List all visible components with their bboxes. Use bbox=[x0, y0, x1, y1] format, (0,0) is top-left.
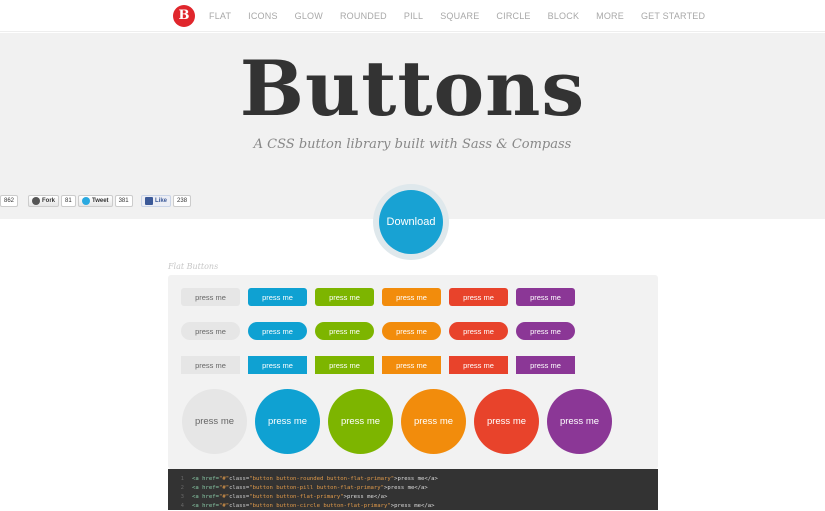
code-attr: class= bbox=[229, 494, 250, 500]
buttons-logo[interactable]: B bbox=[173, 5, 195, 27]
code-string: "#" bbox=[218, 485, 230, 491]
github-fork-widget: Fork 81 bbox=[28, 194, 76, 208]
rounded-caution-button[interactable]: press me bbox=[449, 288, 508, 306]
code-attr: class= bbox=[229, 485, 250, 491]
nav-item-block[interactable]: BLOCK bbox=[548, 11, 580, 21]
nav-item-get-started[interactable]: GET STARTED bbox=[641, 11, 705, 21]
code-line: 2 <a href= "#" class= "button button-pill … bbox=[168, 484, 658, 493]
square-caution-button[interactable]: press me bbox=[449, 356, 508, 374]
rounded-royal-button[interactable]: press me bbox=[516, 288, 575, 306]
nav-item-square[interactable]: SQUARE bbox=[440, 11, 479, 21]
line-number: 3 bbox=[180, 494, 184, 500]
facebook-icon bbox=[145, 197, 153, 205]
code-attr: class= bbox=[229, 476, 250, 482]
code-line: 3 <a href= "#" class= "button button-flat-… bbox=[168, 493, 658, 502]
hero-subtitle: A CSS button library built with Sass & C… bbox=[253, 137, 572, 152]
nav-item-flat[interactable]: FLAT bbox=[209, 11, 231, 21]
first-count: 862 bbox=[0, 195, 19, 207]
like-button[interactable]: Like bbox=[141, 195, 172, 207]
nav-item-more[interactable]: MORE bbox=[596, 11, 624, 21]
code-string: "button button-pill button-flat-primary" bbox=[249, 485, 384, 491]
code-line: 1 <a href= "#" class= "button button-round… bbox=[168, 475, 658, 484]
code-string: "button button-flat-primary" bbox=[249, 494, 344, 500]
circle-action-button[interactable]: press me bbox=[328, 389, 393, 454]
section-title-flat-buttons: Flat Buttons bbox=[168, 262, 219, 271]
hero-title: Buttons bbox=[239, 44, 586, 133]
pill-primary-button[interactable]: press me bbox=[248, 322, 307, 340]
code-snippet: 1 <a href= "#" class= "button button-round… bbox=[168, 469, 658, 510]
square-action-button[interactable]: press me bbox=[315, 356, 374, 374]
github-fork-button[interactable]: Fork bbox=[28, 195, 60, 207]
rounded-action-button[interactable]: press me bbox=[315, 288, 374, 306]
code-tag: <a href= bbox=[192, 476, 219, 482]
tweet-button[interactable]: Tweet bbox=[78, 195, 113, 207]
rounded-primary-button[interactable]: press me bbox=[248, 288, 307, 306]
nav-item-pill[interactable]: PILL bbox=[404, 11, 423, 21]
code-string: "#" bbox=[218, 494, 230, 500]
square-default-button[interactable]: press me bbox=[181, 356, 240, 374]
line-number: 1 bbox=[180, 476, 184, 482]
tweet-count: 381 bbox=[114, 195, 133, 207]
circle-royal-button[interactable]: press me bbox=[547, 389, 612, 454]
social-count-first: 862 bbox=[0, 194, 19, 208]
twitter-icon bbox=[82, 197, 90, 205]
top-nav: B FLAT ICONS GLOW ROUNDED PILL SQUARE CI… bbox=[0, 0, 825, 32]
tweet-widget: Tweet 381 bbox=[78, 194, 133, 208]
pill-default-button[interactable]: press me bbox=[181, 322, 240, 340]
like-count: 238 bbox=[173, 195, 192, 207]
rounded-highlight-button[interactable]: press me bbox=[382, 288, 441, 306]
github-icon bbox=[32, 197, 40, 205]
pill-royal-button[interactable]: press me bbox=[516, 322, 575, 340]
circle-default-button[interactable]: press me bbox=[182, 389, 247, 454]
tweet-label: Tweet bbox=[92, 198, 109, 204]
line-number: 2 bbox=[180, 485, 184, 491]
nav-item-glow[interactable]: GLOW bbox=[295, 11, 323, 21]
code-string: "#" bbox=[218, 476, 230, 482]
code-text: >press me</a> bbox=[384, 485, 428, 491]
flat-buttons-demo: press me press me press me press me pres… bbox=[168, 275, 658, 469]
nav-item-rounded[interactable]: ROUNDED bbox=[340, 11, 387, 21]
code-tag: <a href= bbox=[192, 494, 219, 500]
code-text: >press me</a> bbox=[343, 494, 388, 500]
nav-menu: FLAT ICONS GLOW ROUNDED PILL SQUARE CIRC… bbox=[209, 0, 722, 32]
square-highlight-button[interactable]: press me bbox=[382, 356, 441, 374]
square-royal-button[interactable]: press me bbox=[516, 356, 575, 374]
nav-item-icons[interactable]: ICONS bbox=[248, 11, 278, 21]
code-tag: <a href= bbox=[192, 485, 219, 491]
square-primary-button[interactable]: press me bbox=[248, 356, 307, 374]
pill-action-button[interactable]: press me bbox=[315, 322, 374, 340]
fork-label: Fork bbox=[42, 198, 56, 204]
code-string: "button button-rounded button-flat-prima… bbox=[249, 476, 395, 482]
rounded-default-button[interactable]: press me bbox=[181, 288, 240, 306]
code-text: >press me</a> bbox=[394, 476, 438, 482]
download-button[interactable]: Download bbox=[379, 190, 443, 254]
circle-highlight-button[interactable]: press me bbox=[401, 389, 466, 454]
circle-primary-button[interactable]: press me bbox=[255, 389, 320, 454]
circle-caution-button[interactable]: press me bbox=[474, 389, 539, 454]
fork-count: 81 bbox=[61, 195, 76, 207]
like-label: Like bbox=[155, 198, 168, 204]
nav-item-circle[interactable]: CIRCLE bbox=[496, 11, 530, 21]
pill-highlight-button[interactable]: press me bbox=[382, 322, 441, 340]
facebook-like-widget: Like 238 bbox=[141, 194, 192, 208]
pill-caution-button[interactable]: press me bbox=[449, 322, 508, 340]
